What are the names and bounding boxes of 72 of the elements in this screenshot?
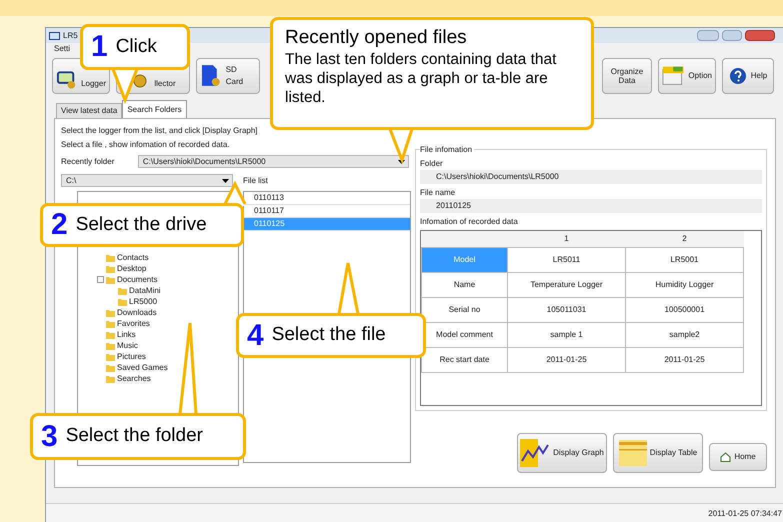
toolbar-button[interactable]: Organize Data xyxy=(602,58,652,94)
callout-text: Click xyxy=(116,34,157,59)
file-name-field: 20110125 xyxy=(420,199,762,213)
column-header: 1 xyxy=(508,231,626,247)
minimize-button[interactable] xyxy=(697,30,719,41)
callout-text: Select the file xyxy=(272,323,386,348)
tree-item[interactable]: Pictures xyxy=(117,350,146,362)
toolbar-button[interactable]: Option xyxy=(658,58,716,94)
tree-item[interactable]: Saved Games xyxy=(117,362,168,374)
sd-card-icon xyxy=(200,64,222,88)
menu-item[interactable]: Setti xyxy=(54,43,70,55)
window-title: LR5 xyxy=(63,30,78,42)
tree-item[interactable]: Desktop xyxy=(117,262,146,274)
maximize-button[interactable] xyxy=(722,30,742,41)
tree-item[interactable]: Favorites xyxy=(117,318,150,330)
logger-icon xyxy=(56,70,78,90)
recent-folder-dropdown[interactable]: C:\Users\hioki\Documents\LR5000 xyxy=(138,155,409,168)
field-label: Infomation of recorded data xyxy=(420,216,519,228)
step-number: 3 xyxy=(41,422,58,452)
line-graph-icon xyxy=(520,439,550,467)
tree-item[interactable]: Downloads xyxy=(117,306,157,318)
tree-item[interactable]: DataMini xyxy=(129,284,161,296)
tab[interactable]: Search Folders xyxy=(122,100,187,118)
table-cell: sample2 xyxy=(626,322,744,347)
close-button[interactable] xyxy=(745,30,775,41)
dropdown-arrow-icon xyxy=(222,178,229,182)
field-label: Recently folder xyxy=(61,156,116,168)
status-time: 2011-01-25 07:34:47 xyxy=(708,508,782,520)
collapse-toggle[interactable] xyxy=(97,276,104,283)
row-header[interactable]: Name xyxy=(422,272,508,297)
callout-text: Select the folder xyxy=(66,424,203,448)
field-label: Folder xyxy=(420,158,444,170)
field-label: File list xyxy=(243,175,269,187)
toolbar-button[interactable]: SD Card xyxy=(196,58,260,94)
callout-title: Recently opened files xyxy=(285,26,468,50)
field-label: File name xyxy=(420,187,456,199)
table-cell: Humidity Logger xyxy=(626,272,744,297)
table-cell: LR5001 xyxy=(626,247,744,272)
action-button[interactable]: Display Table xyxy=(613,433,703,473)
option-icon xyxy=(662,65,684,87)
action-button[interactable]: Display Graph xyxy=(517,433,607,473)
toolbar-button[interactable]: Help xyxy=(722,58,774,94)
dropdown-arrow-icon xyxy=(398,160,405,164)
drive-dropdown[interactable]: C:\ xyxy=(61,174,233,187)
table-icon xyxy=(618,440,647,466)
folder-field: C:\Users\hioki\Documents\LR5000 xyxy=(420,170,762,184)
table-cell: 2011-01-25 xyxy=(508,347,626,372)
table-cell: 100500001 xyxy=(626,297,744,322)
callout-text: Select the drive xyxy=(76,212,207,237)
instruction-text: Select a file , show infomation of recorded data. xyxy=(61,139,231,151)
column-header: 2 xyxy=(626,231,744,247)
file-list-item[interactable]: 0110113 xyxy=(244,192,410,205)
home-icon xyxy=(720,452,732,462)
table-cell: Temperature Logger xyxy=(508,272,626,297)
table-cell: 2011-01-25 xyxy=(626,347,744,372)
table-cell: sample 1 xyxy=(508,322,626,347)
app-icon xyxy=(49,32,60,40)
table-cell: LR5011 xyxy=(508,247,626,272)
step-number: 2 xyxy=(51,210,68,240)
tab[interactable]: View latest data xyxy=(56,103,122,118)
tree-item[interactable]: Links xyxy=(117,328,136,340)
tree-item[interactable]: Documents xyxy=(117,274,158,286)
action-button[interactable]: Home xyxy=(709,443,767,471)
step-number: 4 xyxy=(247,320,264,350)
tree-item[interactable]: Searches xyxy=(117,372,151,384)
instruction-text: Select the logger from the list, and click [Display Graph] xyxy=(61,125,259,137)
table-cell: 105011031 xyxy=(508,297,626,322)
tree-item[interactable]: Music xyxy=(117,340,138,352)
tree-item[interactable]: LR5000 xyxy=(129,296,158,308)
callout-text: The last ten folders containing data that was displayed as a graph or ta-ble are listed. xyxy=(285,50,558,107)
tree-item[interactable]: Contacts xyxy=(117,252,149,264)
help-icon xyxy=(728,67,747,85)
